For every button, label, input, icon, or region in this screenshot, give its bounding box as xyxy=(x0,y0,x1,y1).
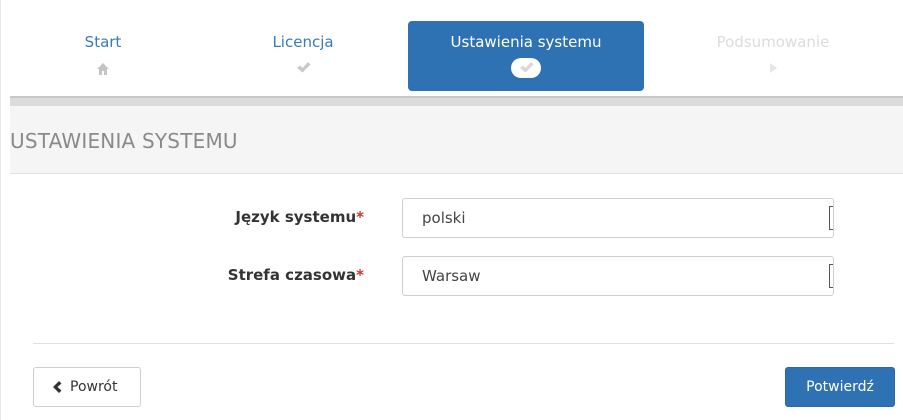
home-icon xyxy=(97,60,109,75)
language-row: Język systemu* polski xyxy=(1,198,903,238)
confirm-button[interactable]: Potwierdź xyxy=(785,367,895,407)
installer-page: Start Licencja Ustawienia systemu Podsum… xyxy=(0,0,903,420)
form-divider xyxy=(33,343,894,344)
language-label: Język systemu* xyxy=(235,208,364,226)
select-handle xyxy=(829,206,833,230)
section-header: USTAWIENIA SYSTEMU xyxy=(10,106,903,174)
required-mark: * xyxy=(356,266,364,284)
chevron-left-icon xyxy=(52,381,62,397)
wizard-steps: Start Licencja Ustawienia systemu Podsum… xyxy=(10,10,903,98)
select-handle xyxy=(829,264,833,288)
step-summary: Podsumowanie xyxy=(655,21,891,91)
timezone-value: Warsaw xyxy=(422,267,481,285)
step-system-settings-label: Ustawienia systemu xyxy=(450,33,602,51)
check-icon xyxy=(288,58,318,78)
timezone-select[interactable]: Warsaw xyxy=(402,256,834,296)
language-value: polski xyxy=(422,209,466,227)
step-system-settings[interactable]: Ustawienia systemu xyxy=(408,21,644,91)
step-license-label: Licencja xyxy=(272,33,334,51)
section-title: USTAWIENIA SYSTEMU xyxy=(10,129,238,153)
timezone-label: Strefa czasowa* xyxy=(228,266,364,284)
timezone-row: Strefa czasowa* Warsaw xyxy=(1,256,903,296)
step-summary-label: Podsumowanie xyxy=(716,33,830,51)
step-license[interactable]: Licencja xyxy=(185,21,421,91)
steps-divider xyxy=(10,96,903,106)
required-mark: * xyxy=(356,208,364,226)
back-button[interactable]: Powrót xyxy=(33,367,141,407)
check-icon xyxy=(511,58,541,78)
language-label-text: Język systemu xyxy=(235,208,357,226)
language-select[interactable]: polski xyxy=(402,198,834,238)
play-icon xyxy=(758,58,788,78)
timezone-label-text: Strefa czasowa xyxy=(227,266,357,284)
back-button-label: Powrót xyxy=(70,379,118,395)
